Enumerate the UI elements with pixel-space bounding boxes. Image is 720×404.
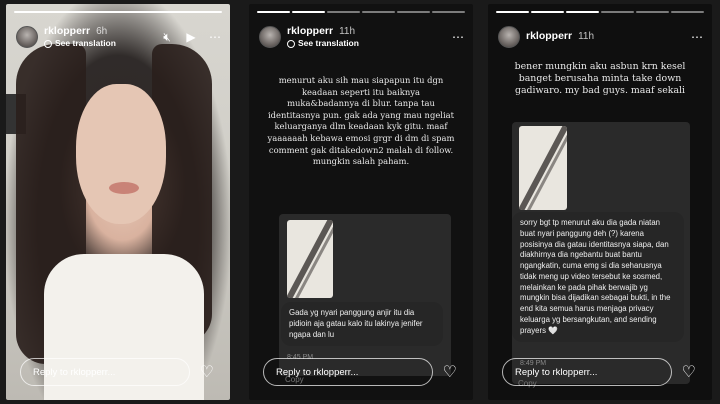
heart-icon[interactable]: ♡ — [682, 365, 696, 381]
post-time: 6h — [96, 25, 108, 37]
progress-segment — [636, 11, 669, 13]
shared-image-thumbnail — [519, 126, 567, 210]
progress-segment — [257, 11, 290, 13]
more-icon[interactable]: ⋯ — [451, 30, 465, 44]
globe-icon — [287, 39, 295, 48]
story-progress-bar — [14, 11, 222, 13]
story-text: menurut aku sih mau siapapun itu dgn kea… — [267, 75, 455, 167]
progress-segment — [531, 11, 564, 13]
dm-bubble: Gada yg nyari panggung anjir itu dia pid… — [281, 302, 443, 347]
play-icon[interactable]: ▶ — [184, 30, 198, 44]
more-icon[interactable]: ⋯ — [690, 30, 704, 44]
progress-segment — [432, 11, 465, 13]
progress-segment — [601, 11, 634, 13]
story-text: bener mungkin aku asbun krn kesel banget… — [514, 61, 686, 96]
post-time: 11h — [339, 25, 356, 37]
globe-icon — [44, 39, 52, 48]
reply-placeholder: Reply to rklopperr... — [276, 366, 359, 378]
dm-bubble: sorry bgt tp menurut aku dia gada niatan… — [512, 212, 684, 343]
progress-segment — [566, 11, 599, 13]
story-progress-bar — [257, 11, 465, 13]
story-panel-3[interactable]: rklopperr 11h ⋯ bener mungkin aku asbun … — [488, 4, 712, 400]
avatar[interactable] — [259, 26, 281, 48]
speaker-muted-icon[interactable]: 🔇︎ — [160, 30, 174, 45]
reply-input[interactable]: Reply to rklopperr... — [263, 358, 433, 386]
story-header: rklopperr 11h See translation ⋯ — [259, 20, 465, 54]
see-translation-label: See translation — [298, 38, 359, 49]
username[interactable]: rklopperr — [526, 31, 572, 43]
story-header: rklopperr 6h See translation 🔇︎ ▶ ⋯ — [16, 20, 222, 54]
username[interactable]: rklopperr — [287, 25, 333, 38]
face-shape — [76, 84, 166, 224]
progress-segment — [362, 11, 395, 13]
progress-segment — [397, 11, 430, 13]
story-panel-2[interactable]: rklopperr 11h See translation ⋯ menurut … — [249, 4, 473, 400]
post-time: 11h — [578, 31, 595, 43]
avatar[interactable] — [498, 26, 520, 48]
reply-input[interactable]: Reply to rklopperr... — [502, 358, 672, 386]
story-header: rklopperr 11h ⋯ — [498, 20, 704, 54]
story-panel-1[interactable]: rklopperr 6h See translation 🔇︎ ▶ ⋯ Repl… — [6, 4, 230, 400]
heart-icon[interactable]: ♡ — [443, 365, 457, 381]
see-translation-label: See translation — [55, 38, 116, 49]
see-translation-button[interactable]: See translation — [44, 38, 116, 49]
username[interactable]: rklopperr — [44, 25, 90, 38]
progress-segment — [14, 11, 222, 13]
heart-icon[interactable]: ♡ — [200, 365, 214, 381]
reply-input[interactable]: Reply to rklopperr... — [20, 358, 190, 386]
progress-segment — [292, 11, 325, 13]
see-translation-button[interactable]: See translation — [287, 38, 359, 49]
reply-placeholder: Reply to rklopperr... — [33, 366, 116, 378]
more-icon[interactable]: ⋯ — [208, 30, 222, 44]
progress-segment — [327, 11, 360, 13]
reply-placeholder: Reply to rklopperr... — [515, 366, 598, 378]
avatar[interactable] — [16, 26, 38, 48]
progress-segment — [496, 11, 529, 13]
story-progress-bar — [496, 11, 704, 13]
progress-segment — [671, 11, 704, 13]
lips-shape — [109, 182, 139, 194]
shared-image-thumbnail — [287, 220, 333, 298]
